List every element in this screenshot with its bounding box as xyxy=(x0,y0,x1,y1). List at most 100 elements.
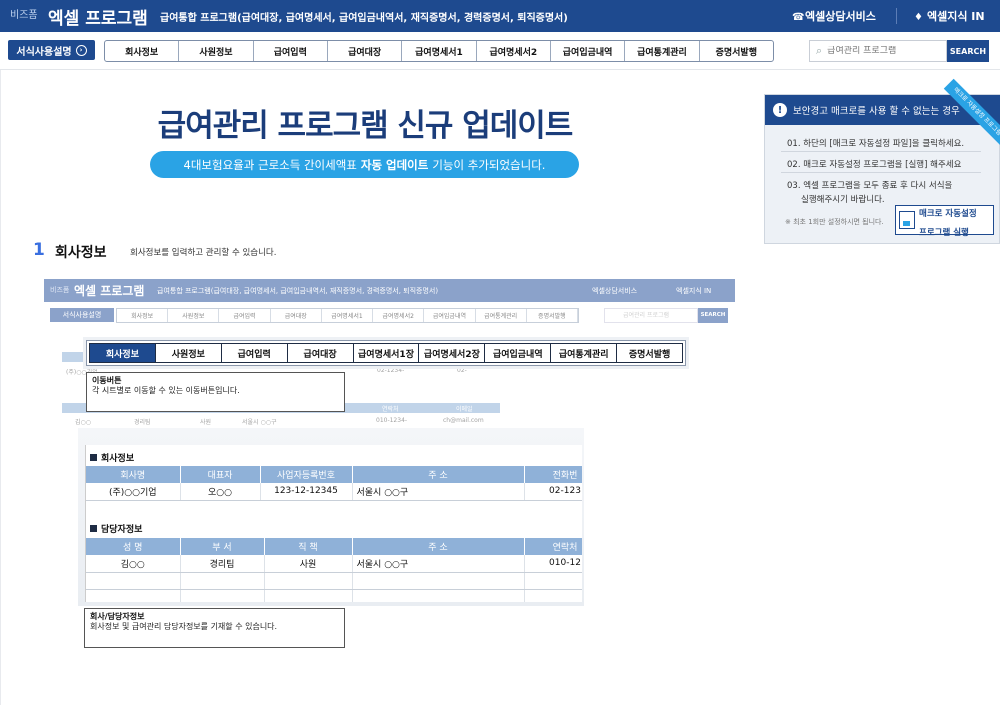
column-header: 주 소 xyxy=(352,538,525,555)
tab-2: 사원정보 xyxy=(168,309,220,322)
mock-cell: 연락처 xyxy=(382,406,399,413)
table-cell[interactable] xyxy=(264,572,353,590)
table-cell[interactable]: 김○○ xyxy=(86,555,181,573)
table-cell[interactable]: 오○○ xyxy=(180,483,261,501)
table-cell[interactable] xyxy=(180,572,265,590)
search-icon: ⌕ xyxy=(816,44,823,57)
download-file-icon xyxy=(899,211,915,229)
table-tooltip: 회사/담당자정보 회사정보 및 급여관리 담당자정보를 기재할 수 있습니다. xyxy=(84,608,345,648)
table-cell[interactable] xyxy=(352,572,525,590)
warning-divider xyxy=(781,151,981,152)
mock-brand-name: 엑셀 프로그램 xyxy=(74,284,145,298)
mock-cell: 이메일 xyxy=(456,406,473,413)
macro-setup-button[interactable]: 매크로 자동설정 프로그램 실행 xyxy=(895,205,994,238)
section-description: 회사정보를 입력하고 관리할 수 있습니다. xyxy=(130,248,277,258)
table-cell[interactable] xyxy=(524,589,582,602)
table-cell[interactable] xyxy=(524,572,582,590)
search-input[interactable] xyxy=(827,46,933,56)
contact-info-table: 성 명 부 서 직 책 주 소 연락처 김○○ 경리팀 사원 서울시 ○○구 0… xyxy=(86,538,582,602)
table-cell[interactable] xyxy=(86,589,181,602)
column-header: 부 서 xyxy=(180,538,265,555)
column-header: 전화번 xyxy=(524,466,582,483)
table-zoom-callout: 회사정보 회사명 대표자 사업자등록번호 주 소 전화번 (주)○○기업 오○○… xyxy=(85,445,582,602)
tab-6[interactable]: 급여명세서2장 xyxy=(419,344,486,362)
arrow-right-icon: › xyxy=(75,44,87,56)
table-row: 김○○ 경리팀 사원 서울시 ○○구 010-12 xyxy=(86,555,582,573)
company-info-heading: 회사정보 xyxy=(90,451,134,464)
table-cell[interactable]: 경리팀 xyxy=(180,555,265,573)
warning-step-3-cont: 실행해주시기 바랍니다. xyxy=(801,195,885,205)
tab-4[interactable]: 급여대장 xyxy=(287,344,354,362)
table-cell[interactable]: 사원 xyxy=(264,555,353,573)
table-row: (주)○○기업 오○○ 123-12-12345 서울시 ○○구 02-123 xyxy=(86,483,582,501)
table-cell[interactable]: 서울시 ○○구 xyxy=(352,483,525,501)
tab-2[interactable]: 사원정보 xyxy=(179,41,254,61)
warning-step-3: 03. 엑셀 프로그램을 모두 종료 후 다시 서식을 xyxy=(787,181,953,191)
tab-7[interactable]: 급여입금내역 xyxy=(551,41,626,61)
mock-cell: 경리팀 xyxy=(134,419,151,426)
mock-subtitle: 급여통합 프로그램(급여대장, 급여명세서, 급여입금내역서, 재직증명서, 경… xyxy=(157,287,439,295)
tab-8[interactable]: 급여통계관리 xyxy=(551,344,618,362)
table-cell[interactable] xyxy=(264,589,353,602)
tab-1[interactable]: 회사정보 xyxy=(105,41,180,61)
section-title: 회사정보 xyxy=(55,245,107,261)
banner-pill: 4대보험요율과 근로소득 간이세액표 자동 업데이트 기능이 추가되었습니다. xyxy=(150,151,579,178)
mock-brand-small: 비즈폼 xyxy=(50,286,70,294)
table-row xyxy=(86,589,582,602)
warning-note: ※ 최초 1회만 설정하시면 됩니다. xyxy=(785,218,884,226)
tab-1: 회사정보 xyxy=(117,309,169,322)
tab-2[interactable]: 사원정보 xyxy=(155,344,222,362)
table-cell[interactable]: 010-12 xyxy=(524,555,582,573)
mock-cell: ch@mail.com xyxy=(443,417,484,424)
mock-cell: 서울시 ○○구 xyxy=(242,419,277,426)
tab-8[interactable]: 급여통계관리 xyxy=(625,41,700,61)
tab-9[interactable]: 증명서발행 xyxy=(700,41,773,61)
column-header: 주 소 xyxy=(352,466,525,483)
square-bullet-icon xyxy=(90,525,97,532)
tab-7: 급여입금내역 xyxy=(424,309,476,322)
tab-4[interactable]: 급여대장 xyxy=(328,41,403,61)
mock-search-button: SEARCH xyxy=(698,308,728,323)
search-button[interactable]: SEARCH xyxy=(947,40,989,62)
table-cell[interactable] xyxy=(86,572,181,590)
knowledge-link[interactable]: ♦ 엑셀지식 IN xyxy=(914,8,985,24)
tab-7[interactable]: 급여입금내역 xyxy=(485,344,552,362)
table-cell[interactable]: 서울시 ○○구 xyxy=(352,555,525,573)
table-cell[interactable] xyxy=(352,589,525,602)
tab-8: 급여통계관리 xyxy=(476,309,527,322)
tab-1[interactable]: 회사정보 xyxy=(90,344,156,362)
warning-step-2: 02. 매크로 자동설정 프로그램을 [실행] 해주세요 xyxy=(787,160,962,170)
column-header: 연락처 xyxy=(524,538,582,555)
column-header: 직 책 xyxy=(264,538,353,555)
warning-step-1: 01. 하단의 [매크로 자동설정 파일]을 클릭하세요. xyxy=(787,139,965,149)
tab-6: 급여명세서2 xyxy=(373,309,425,322)
tab-9[interactable]: 증명서발행 xyxy=(617,344,683,362)
table-cell[interactable]: 02-123 xyxy=(524,483,582,501)
table-cell[interactable]: (주)○○기업 xyxy=(86,483,181,501)
tab-6[interactable]: 급여명세서2 xyxy=(477,41,551,61)
tabs-tooltip: 이동버튼 각 시트별로 이동할 수 있는 이동버튼입니다. xyxy=(86,372,345,412)
zoomed-tabs: 회사정보 사원정보 급여입력 급여대장 급여명세서1장 급여명세서2장 급여입금내역 급여통계… xyxy=(89,343,683,363)
tab-5[interactable]: 급여명세서1 xyxy=(402,41,477,61)
table-cell[interactable]: 123-12-12345 xyxy=(260,483,353,501)
mock-knowledge: 엑셀지식 IN xyxy=(676,287,712,295)
tab-3[interactable]: 급여입력 xyxy=(254,41,328,61)
search-field[interactable]: ⌕ xyxy=(809,40,947,62)
table-header-row: 성 명 부 서 직 책 주 소 연락처 xyxy=(86,538,582,555)
table-cell[interactable] xyxy=(180,589,265,602)
tab-3[interactable]: 급여입력 xyxy=(221,344,288,362)
column-header: 사업자등록번호 xyxy=(260,466,353,483)
header-separator xyxy=(896,8,897,24)
mock-cell: 김○○ xyxy=(75,419,91,426)
top-header: 비즈폼 엑셀 프로그램 급여통합 프로그램(급여대장, 급여명세서, 급여입금내… xyxy=(0,0,1000,32)
exclamation-icon: ! xyxy=(773,103,787,117)
guide-button[interactable]: 서식사용설명 › xyxy=(8,40,95,60)
square-bullet-icon xyxy=(90,454,97,461)
tab-5[interactable]: 급여명세서1장 xyxy=(353,344,420,362)
brand-name[interactable]: 엑셀 프로그램 xyxy=(48,4,148,29)
lightbulb-icon: ♦ xyxy=(914,12,923,23)
tab-9: 증명서발행 xyxy=(527,309,578,322)
security-warning-card: ! 보안경고 매크로를 사용 할 수 없는는 경우 매크로 자동설정 프로그램 … xyxy=(764,78,1000,244)
consult-link[interactable]: ☎엑셀상담서비스 xyxy=(792,8,876,24)
table-header-row: 회사명 대표자 사업자등록번호 주 소 전화번 xyxy=(86,466,582,483)
